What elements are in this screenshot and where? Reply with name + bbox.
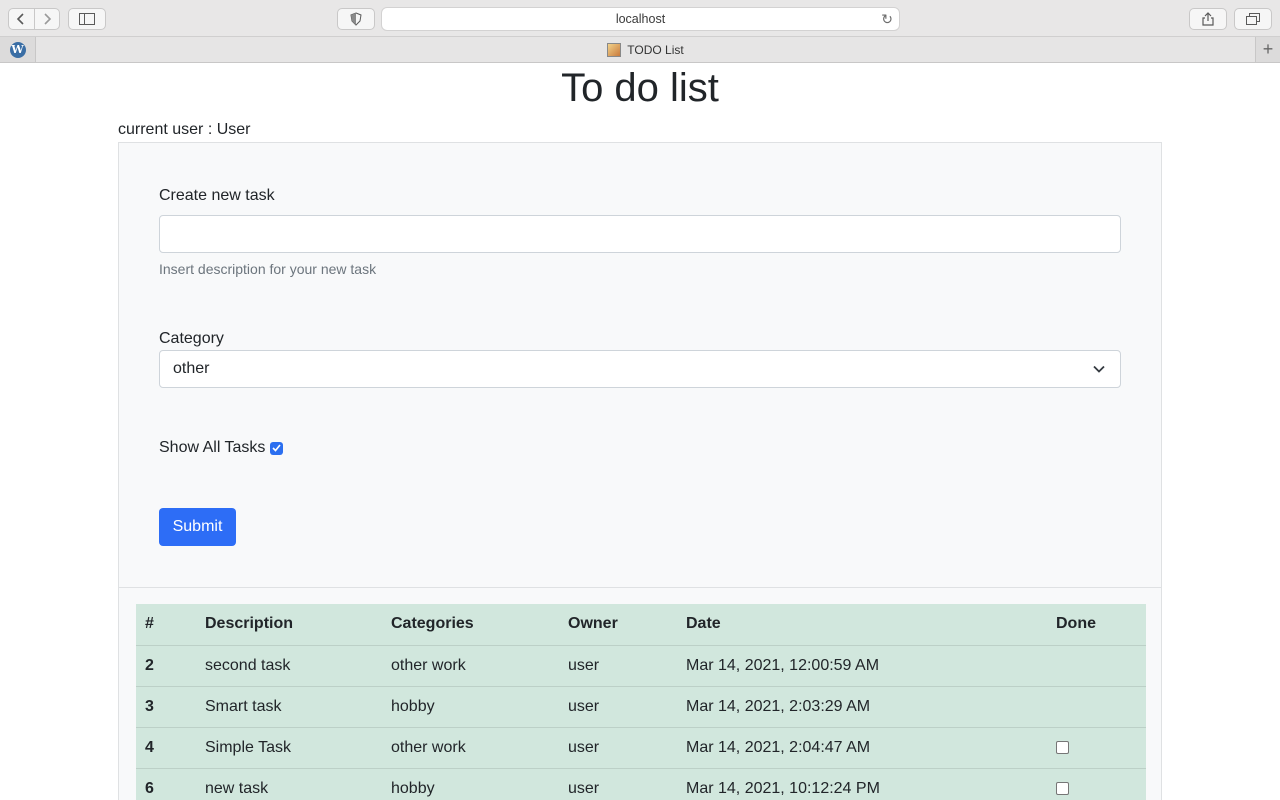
- new-tab-icon[interactable]: +: [1255, 37, 1280, 62]
- table-row: 2 second task other work user Mar 14, 20…: [136, 645, 1146, 687]
- nav-buttons: [8, 8, 60, 30]
- category-select[interactable]: other: [159, 350, 1121, 388]
- row-category: other work: [382, 645, 559, 687]
- row-date: Mar 14, 2021, 10:12:24 PM: [677, 768, 1047, 800]
- row-category: other work: [382, 727, 559, 769]
- row-id: 2: [136, 645, 196, 687]
- table-row: 3 Smart task hobby user Mar 14, 2021, 2:…: [136, 686, 1146, 728]
- table-row: 4 Simple Task other work user Mar 14, 20…: [136, 727, 1146, 769]
- current-user-label: current user : User: [118, 121, 251, 138]
- address-bar[interactable]: localhost ↻: [381, 7, 900, 31]
- pinned-tab-wordpress[interactable]: W: [0, 37, 36, 62]
- header-date: Date: [677, 604, 1047, 646]
- header-owner: Owner: [559, 604, 677, 646]
- back-icon[interactable]: [9, 9, 34, 29]
- tab-todo-list[interactable]: TODO List: [36, 37, 1255, 62]
- row-description: Simple Task: [196, 727, 382, 769]
- row-done: [1047, 686, 1146, 728]
- row-owner: user: [559, 727, 677, 769]
- show-all-label: Show All Tasks: [159, 439, 266, 456]
- sidebar-icon[interactable]: [68, 8, 106, 30]
- done-checkbox[interactable]: [1056, 740, 1069, 754]
- page-title: To do list: [561, 66, 719, 110]
- row-done: [1047, 727, 1146, 769]
- tasks-table-container: # Description Categories Owner Date Done…: [118, 588, 1162, 800]
- submit-button[interactable]: Submit: [159, 508, 236, 546]
- row-id: 3: [136, 686, 196, 728]
- address-text: localhost: [615, 12, 666, 26]
- task-description-input[interactable]: [159, 215, 1121, 253]
- row-id: 4: [136, 727, 196, 769]
- header-done: Done: [1047, 604, 1146, 646]
- row-done: [1047, 768, 1146, 800]
- row-description: second task: [196, 645, 382, 687]
- category-selected-value: other: [173, 360, 210, 377]
- header-categories: Categories: [382, 604, 559, 646]
- header-description: Description: [196, 604, 382, 646]
- checkmark-icon: [272, 444, 282, 452]
- row-description: new task: [196, 768, 382, 800]
- row-done: [1047, 645, 1146, 687]
- category-label: Category: [159, 330, 224, 347]
- tab-bar: W TODO List +: [0, 37, 1280, 63]
- row-id: 6: [136, 768, 196, 800]
- tasks-table: # Description Categories Owner Date Done…: [136, 604, 1146, 800]
- header-number: #: [136, 604, 196, 646]
- row-category: hobby: [382, 686, 559, 728]
- table-header-row: # Description Categories Owner Date Done: [136, 604, 1146, 646]
- forward-icon[interactable]: [33, 9, 60, 29]
- wordpress-icon: W: [9, 41, 26, 58]
- favicon-icon: [607, 42, 622, 57]
- tabs-overview-icon[interactable]: [1234, 8, 1272, 30]
- row-date: Mar 14, 2021, 2:04:47 AM: [677, 727, 1047, 769]
- tab-title: TODO List: [627, 42, 684, 57]
- reload-icon[interactable]: ↻: [881, 11, 893, 28]
- table-row: 6 new task hobby user Mar 14, 2021, 10:1…: [136, 768, 1146, 800]
- privacy-shield-icon[interactable]: [337, 8, 375, 30]
- browser-toolbar: localhost ↻: [0, 0, 1280, 37]
- row-owner: user: [559, 768, 677, 800]
- show-all-checkbox[interactable]: [270, 441, 284, 455]
- task-help-text: Insert description for your new task: [159, 261, 377, 277]
- show-all-row: Show All Tasks: [159, 439, 284, 457]
- done-checkbox[interactable]: [1056, 781, 1069, 795]
- row-owner: user: [559, 645, 677, 687]
- new-task-form: Create new task Insert description for y…: [118, 142, 1162, 588]
- chevron-down-icon: [1093, 365, 1105, 373]
- row-date: Mar 14, 2021, 12:00:59 AM: [677, 645, 1047, 687]
- row-description: Smart task: [196, 686, 382, 728]
- row-date: Mar 14, 2021, 2:03:29 AM: [677, 686, 1047, 728]
- share-icon[interactable]: [1189, 8, 1227, 30]
- task-label: Create new task: [159, 187, 275, 204]
- row-owner: user: [559, 686, 677, 728]
- row-category: hobby: [382, 768, 559, 800]
